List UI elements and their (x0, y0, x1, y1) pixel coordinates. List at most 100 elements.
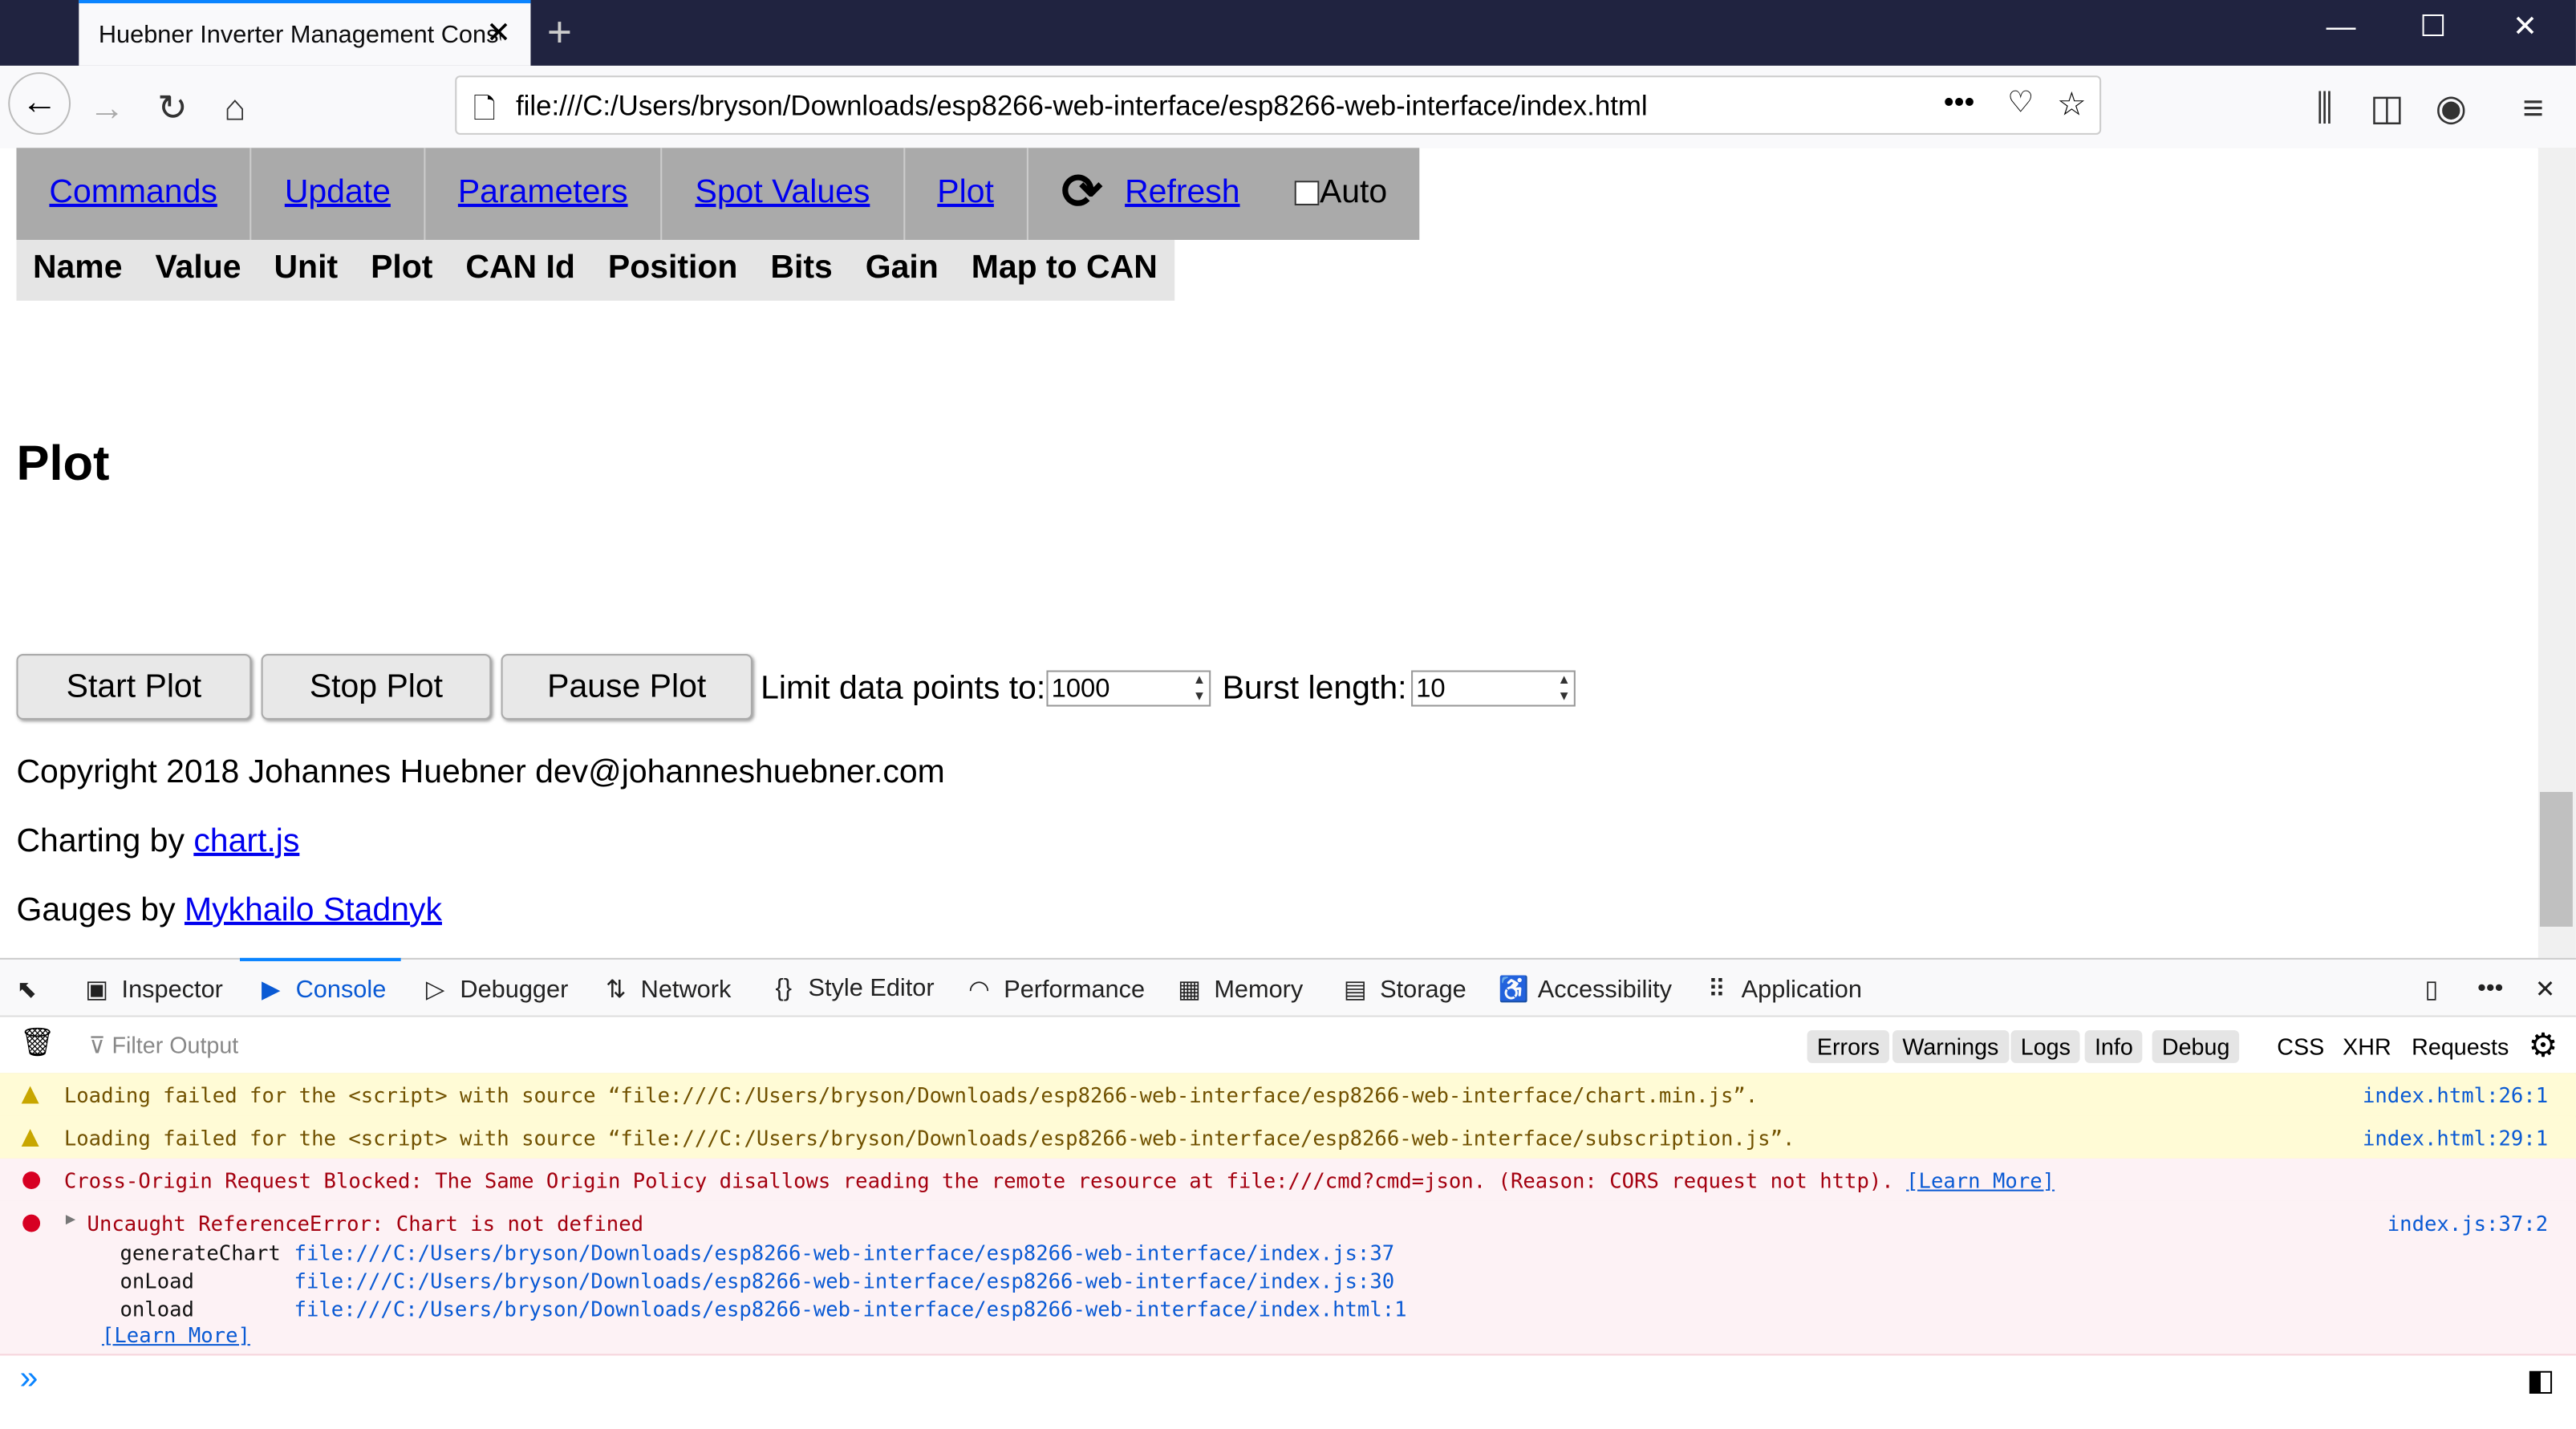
menu-icon[interactable]: ≡ (2509, 87, 2558, 130)
learn-more-link[interactable]: [Learn More] (1906, 1168, 2055, 1193)
limit-label: Limit data points to: (761, 670, 1046, 707)
tab-console[interactable]: ▶ Console (256, 974, 386, 1004)
learn-more-link[interactable]: [Learn More] (102, 1322, 250, 1347)
menu-refresh[interactable]: Refresh (1125, 174, 1239, 210)
col-position: Position (607, 250, 738, 286)
scrollbar-thumb[interactable] (2539, 792, 2573, 927)
nav-menu: Commands Update Parameters Spot Values P… (16, 148, 1421, 240)
message-source-link[interactable]: index.html:26:1 (2363, 1083, 2548, 1108)
console-settings-icon[interactable]: ⚙ (2529, 1025, 2558, 1066)
tab-performance[interactable]: ◠ Performance (964, 974, 1145, 1004)
library-icon[interactable]: ⫼ (2300, 87, 2349, 130)
tab-network[interactable]: ⇅ Network (601, 974, 731, 1004)
stop-plot-button[interactable]: Stop Plot (261, 654, 492, 720)
auto-checkbox[interactable] (1295, 174, 1320, 210)
close-tab-icon[interactable]: ✕ (486, 16, 511, 51)
gauges-credit: Gauges by Mykhailo Stadnyk (16, 891, 442, 929)
col-unit: Unit (274, 250, 339, 286)
more-icon[interactable]: ••• (1944, 85, 1975, 120)
menu-spot-values[interactable]: Spot Values (696, 174, 870, 210)
minimize-icon[interactable]: — (2316, 10, 2365, 44)
burst-input[interactable]: 10 ▲ ▼ (1411, 670, 1576, 707)
filter-errors[interactable]: Errors (1807, 1029, 1890, 1063)
tab-inspector[interactable]: ▣ Inspector (82, 974, 223, 1004)
filter-logs[interactable]: Logs (2010, 1029, 2081, 1063)
charting-credit: Charting by chart.js (16, 822, 300, 859)
pause-plot-button[interactable]: Pause Plot (501, 654, 753, 720)
burst-label: Burst length: (1222, 670, 1407, 707)
menu-parameters[interactable]: Parameters (458, 174, 628, 210)
forward-icon[interactable]: → (82, 87, 131, 130)
parameter-table-header: Name Value Unit Plot CAN Id Position Bit… (16, 239, 1174, 301)
message-source-link[interactable]: index.html:29:1 (2363, 1126, 2548, 1151)
close-window-icon[interactable]: ✕ (2501, 10, 2550, 44)
tab-application[interactable]: ⠿ Application (1702, 974, 1862, 1004)
warning-icon: ▲ (21, 1123, 39, 1151)
split-console-icon[interactable]: ◧ (2527, 1364, 2555, 1399)
tab-title: Huebner Inverter Management Console (98, 21, 501, 50)
reload-icon[interactable]: ↻ (148, 87, 197, 130)
gauges-link[interactable]: Mykhailo Stadnyk (185, 892, 442, 928)
tab-style-editor[interactable]: {} Style Editor (769, 974, 935, 1002)
account-icon[interactable]: ◉ (2427, 87, 2476, 130)
expand-arrow-icon[interactable]: ▶ (66, 1211, 75, 1229)
devtools-more-icon[interactable]: ••• (2477, 974, 2503, 1002)
console-filter-bar: 🗑 ⊽ Filter Output Errors Warnings Logs I… (0, 1017, 2576, 1075)
col-map-to-can: Map to CAN (971, 250, 1158, 286)
url-text[interactable]: file:///C:/Users/bryson/Downloads/esp826… (516, 91, 1648, 124)
trash-icon[interactable]: 🗑 (20, 1027, 55, 1060)
refresh-icon[interactable]: ⟳ (1061, 165, 1102, 220)
sidebar-icon[interactable]: ◫ (2363, 87, 2412, 130)
menu-update[interactable]: Update (285, 174, 391, 210)
tab-accessibility[interactable]: ♿ Accessibility (1499, 974, 1672, 1004)
col-can-id: CAN Id (465, 250, 575, 286)
stack-frame: onLoad file:///C:/Users/bryson/Downloads/… (120, 1268, 1395, 1293)
filter-requests[interactable]: Requests (2402, 1030, 2519, 1063)
filter-debug[interactable]: Debug (2152, 1029, 2240, 1063)
start-plot-button[interactable]: Start Plot (16, 654, 252, 720)
dock-icon[interactable]: ▯ (2425, 974, 2439, 1004)
error-icon: ● (21, 1166, 42, 1193)
col-plot: Plot (371, 250, 433, 286)
browser-tab[interactable]: Huebner Inverter Management Console ✕ (79, 0, 531, 66)
tab-memory[interactable]: ▦ Memory (1174, 974, 1303, 1004)
element-picker-icon[interactable]: ⬉ (16, 974, 37, 1004)
active-tab-indicator (239, 957, 401, 961)
console-message: ▲ Loading failed for the <script> with s… (0, 1073, 2576, 1118)
filter-css[interactable]: CSS (2267, 1030, 2335, 1063)
error-icon: ● (21, 1209, 42, 1236)
console-message: ▲ Loading failed for the <script> with s… (0, 1115, 2576, 1160)
menu-plot[interactable]: Plot (937, 174, 994, 210)
menu-commands[interactable]: Commands (49, 174, 217, 210)
chartjs-link[interactable]: chart.js (193, 823, 299, 859)
console-prompt-icon[interactable]: » (20, 1361, 39, 1399)
filter-input[interactable]: ⊽ Filter Output (89, 1032, 239, 1060)
filter-xhr[interactable]: XHR (2333, 1030, 2401, 1063)
auto-label: Auto (1319, 174, 1388, 211)
filter-warnings[interactable]: Warnings (1892, 1029, 2009, 1063)
url-bar[interactable]: 🗋 file:///C:/Users/bryson/Downloads/esp8… (455, 75, 2102, 135)
bookmark-star-icon[interactable]: ☆ (2057, 83, 2087, 124)
page-icon: 🗋 (473, 93, 496, 125)
devtools-toolbar: ⬉ ▣ Inspector ▶ Console ▷ Debugger ⇅ Network… (0, 957, 2576, 1017)
filter-info[interactable]: Info (2084, 1029, 2144, 1063)
col-name: Name (32, 250, 123, 286)
tab-debugger[interactable]: ▷ Debugger (420, 974, 568, 1004)
message-source-link[interactable]: index.js:37:2 (2387, 1211, 2548, 1236)
console-message: ● ▶ Uncaught ReferenceError: Chart is no… (0, 1200, 2576, 1356)
tab-storage[interactable]: ▤ Storage (1341, 974, 1466, 1004)
back-icon[interactable]: ← (8, 72, 71, 135)
limit-input[interactable]: 1000 ▲ ▼ (1046, 670, 1211, 707)
new-tab-icon[interactable]: + (547, 6, 572, 57)
plot-heading: Plot (16, 436, 110, 492)
stack-frame: generateChart file:///C:/Users/bryson/Dow… (120, 1240, 1395, 1265)
copyright: Copyright 2018 Johannes Huebner dev@joha… (16, 753, 945, 790)
stack-frame: onload file:///C:/Users/bryson/Downloads/… (120, 1296, 1407, 1321)
col-gain: Gain (865, 250, 939, 286)
pocket-icon[interactable]: ♡ (2007, 85, 2034, 120)
devtools-close-icon[interactable]: ✕ (2535, 974, 2556, 1004)
home-icon[interactable]: ⌂ (210, 87, 259, 130)
maximize-icon[interactable]: ☐ (2408, 10, 2457, 44)
col-value: Value (155, 250, 241, 286)
col-bits: Bits (770, 250, 833, 286)
